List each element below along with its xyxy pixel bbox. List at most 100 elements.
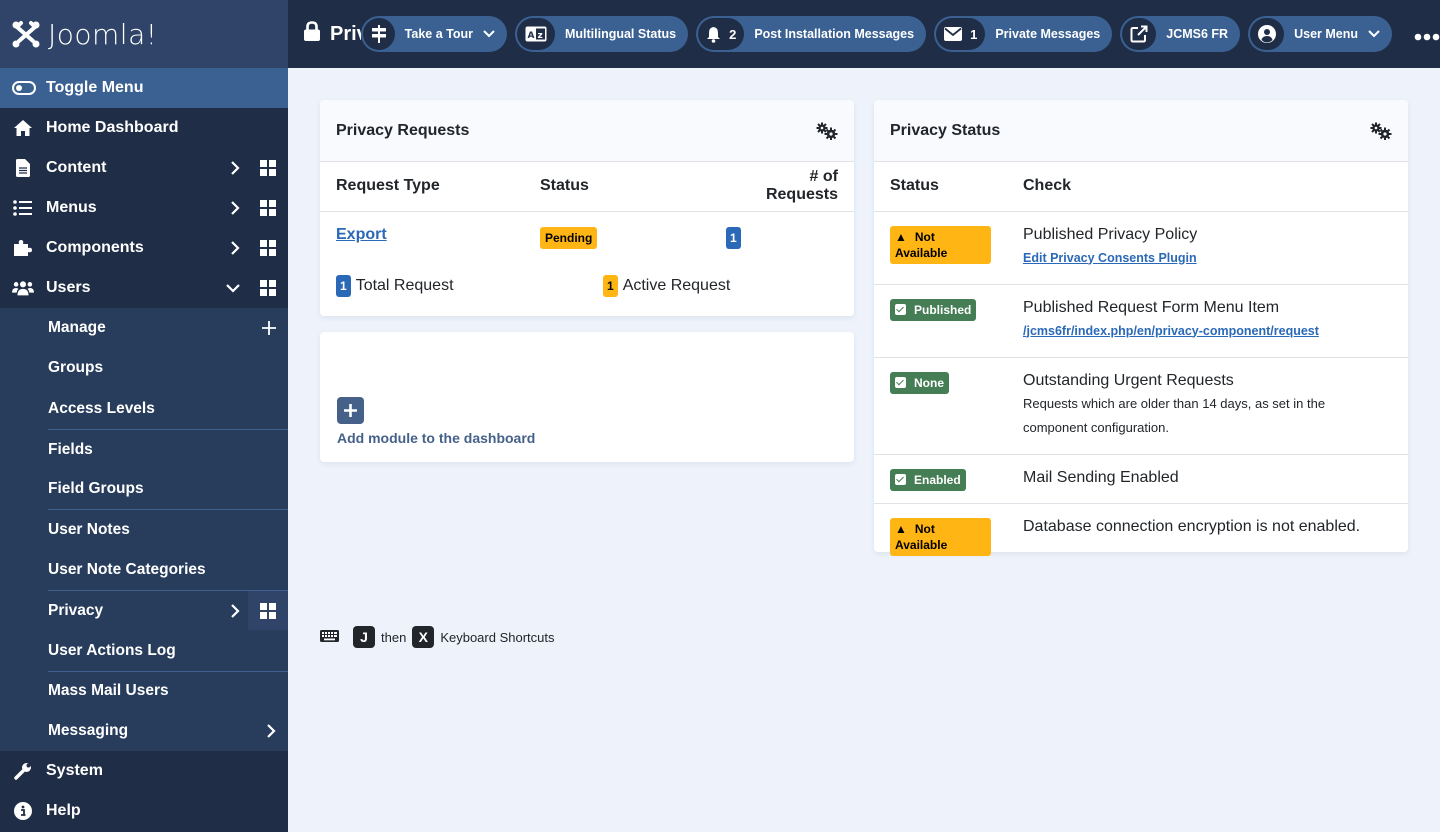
dashboard-grid-icon[interactable] (248, 188, 288, 228)
home-icon (12, 119, 34, 137)
table-row: Export Pending 1 (320, 211, 854, 259)
sidebar-subitem-messaging[interactable]: Messaging (0, 711, 288, 751)
status-badge: ▲ Not Available (890, 225, 991, 264)
status-badge: ▲ Not Available (890, 517, 991, 556)
bell-icon-with-count: 2 (698, 18, 745, 50)
sidebar-subitem-manage[interactable]: Manage (0, 308, 288, 348)
private-messages-count: 1 (970, 26, 978, 42)
take-a-tour-label: Take a Tour (404, 27, 473, 41)
column-header: Status (524, 162, 724, 212)
table-row: None Outstanding Urgent Requests Request… (874, 357, 1408, 455)
chevron-right-icon[interactable] (230, 188, 240, 228)
chevron-right-icon[interactable] (230, 148, 240, 188)
user-circle-icon (1250, 18, 1285, 50)
sidebar-item-home-dashboard[interactable]: Home Dashboard (0, 108, 288, 148)
keyboard-icon (320, 629, 339, 645)
edit-privacy-consents-link[interactable]: Edit Privacy Consents Plugin (1023, 251, 1197, 265)
add-module-button[interactable] (337, 397, 364, 424)
sidebar-subitem-label: Manage (48, 319, 106, 337)
sidebar-subitem-label: Field Groups (48, 480, 144, 498)
warning-icon: ▲ (895, 229, 907, 244)
svg-text:z: z (537, 31, 542, 41)
user-menu-button[interactable]: User Menu (1248, 16, 1392, 52)
external-link-icon (1122, 18, 1157, 50)
page-title-text: Privacy Dashboard (330, 22, 361, 45)
sidebar-subitem-user-actions-log[interactable]: User Actions Log (0, 630, 288, 670)
sidebar-subitem-mass-mail-users[interactable]: Mass Mail Users (48, 670, 288, 711)
dashboard-grid-icon[interactable] (248, 268, 288, 308)
multilingual-status-button[interactable]: Az Multilingual Status (514, 16, 689, 52)
count-badge: 1 (726, 226, 741, 249)
sidebar-subitem-label: Groups (48, 359, 104, 377)
sidebar-subitem-label: Access Levels (48, 399, 155, 417)
card-header: Privacy Status (874, 100, 1408, 162)
sidebar-subitem-label: User Actions Log (48, 641, 176, 659)
post-installation-messages-button[interactable]: 2 Post Installation Messages (696, 16, 927, 52)
card-header: Privacy Requests (320, 100, 854, 162)
total-requests-label: Total Request (355, 277, 454, 294)
keyboard-shortcuts-hint[interactable]: J then X Keyboard Shortcuts (320, 626, 555, 648)
chevron-down-icon[interactable] (226, 268, 240, 308)
view-site-button[interactable]: JCMS6 FR (1120, 16, 1241, 52)
post-installation-count: 2 (729, 26, 737, 42)
check-square-icon (895, 303, 906, 315)
sidebar-subitem-fields[interactable]: Fields (48, 428, 288, 469)
toggle-menu-label: Toggle Menu (46, 79, 144, 96)
check-title: Database connection encryption is not en… (1023, 517, 1361, 535)
envelope-icon-with-count: 1 (936, 18, 986, 50)
private-messages-button[interactable]: 1 Private Messages (934, 16, 1113, 52)
sidebar-subitem-groups[interactable]: Groups (0, 348, 288, 388)
more-options-icon[interactable] (1414, 21, 1440, 47)
sidebar-item-users[interactable]: Users (0, 268, 288, 308)
chevron-right-icon[interactable] (230, 228, 240, 268)
joomla-logo[interactable]: Joomla! (0, 0, 288, 68)
column-header: # of Requests (724, 162, 854, 212)
status-badge: Published (890, 298, 977, 321)
plus-icon (344, 404, 357, 417)
dashboard-grid-icon[interactable] (248, 148, 288, 188)
sidebar-item-content[interactable]: Content (0, 148, 288, 188)
warning-icon: ▲ (895, 521, 907, 536)
request-type-link[interactable]: Export (336, 226, 387, 243)
sidebar-subitem-user-notes[interactable]: User Notes (48, 509, 288, 549)
privacy-status-table: Status Check ▲ Not Available Published Pr… (874, 162, 1408, 556)
chevron-right-icon[interactable] (230, 591, 240, 630)
lock-icon (304, 21, 320, 47)
sidebar-item-menus[interactable]: Menus (0, 188, 288, 228)
sidebar-item-components[interactable]: Components (0, 228, 288, 268)
sidebar-subitem-field-groups[interactable]: Field Groups (0, 469, 288, 509)
then-label: then (381, 629, 407, 645)
file-icon (12, 159, 34, 177)
users-submenu: Manage Groups Access Levels Fields Field… (0, 308, 288, 752)
add-module-label[interactable]: Add module to the dashboard (337, 430, 535, 446)
sidebar-subitem-label: Fields (48, 440, 93, 458)
language-icon: Az (516, 18, 555, 50)
column-header: Status (874, 162, 1007, 212)
sidebar-item-system[interactable]: System (0, 751, 288, 791)
check-square-icon (895, 473, 906, 485)
request-form-link[interactable]: /jcms6fr/index.php/en/privacy-component/… (1023, 324, 1319, 338)
take-a-tour-button[interactable]: Take a Tour (360, 16, 507, 52)
dashboard-grid-icon[interactable] (248, 228, 288, 268)
status-badge: None (890, 371, 949, 394)
toggle-menu-button[interactable]: Toggle Menu (0, 68, 288, 108)
sidebar-subitem-user-note-categories[interactable]: User Note Categories (0, 550, 288, 590)
puzzle-icon (12, 239, 34, 257)
sidebar-subitem-privacy[interactable]: Privacy (48, 590, 288, 631)
sidebar-subitem-label: Mass Mail Users (48, 682, 169, 700)
sidebar-item-help[interactable]: Help (0, 791, 288, 831)
table-row: ▲ Not Available Database connection encry… (874, 503, 1408, 556)
info-icon (12, 802, 34, 821)
chevron-right-icon[interactable] (266, 711, 276, 751)
key-j: J (353, 626, 375, 648)
dashboard-grid-icon[interactable] (248, 591, 288, 631)
card-title: Privacy Requests (336, 121, 470, 139)
table-row: Enabled Mail Sending Enabled (874, 454, 1408, 504)
chevron-down-icon (1368, 27, 1380, 41)
sidebar-subitem-access-levels[interactable]: Access Levels (0, 389, 288, 429)
sidebar-item-label: Help (46, 802, 81, 820)
gears-icon[interactable] (1370, 122, 1392, 140)
plus-icon[interactable] (262, 308, 276, 348)
sidebar: Joomla! Toggle Menu Home Dashboard Conte… (0, 0, 288, 832)
gears-icon[interactable] (816, 122, 838, 140)
